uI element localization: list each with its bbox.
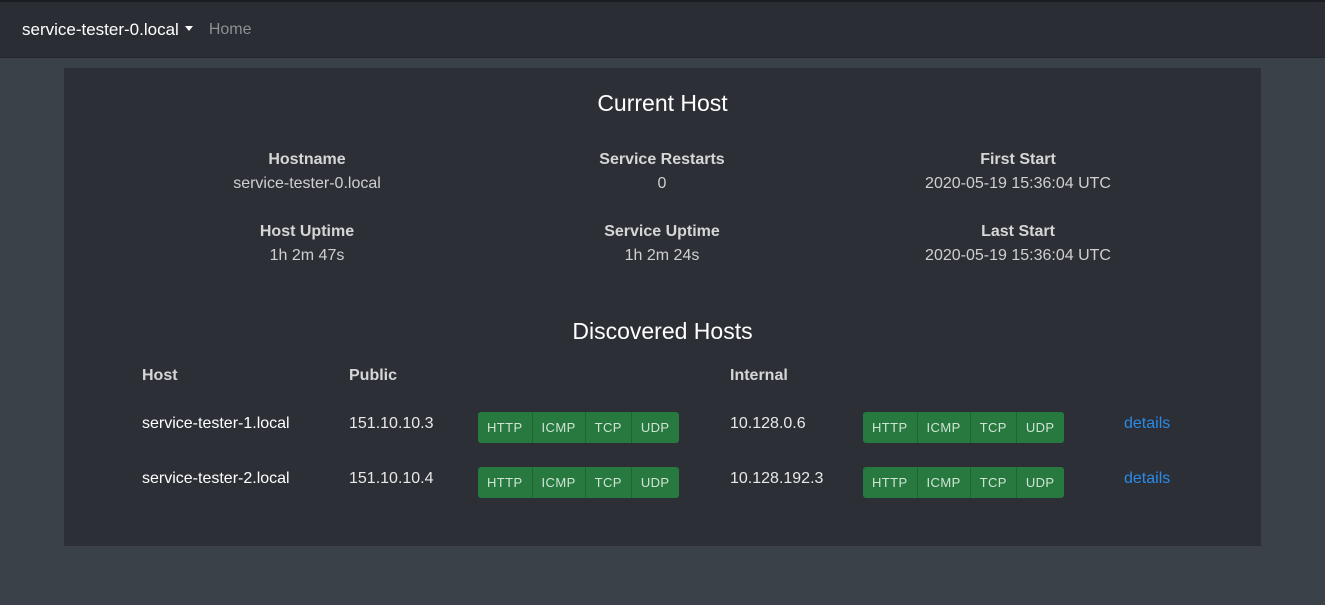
stat-value: 2020-05-19 15:36:04 UTC [925,247,1111,264]
icmp-button[interactable]: ICMP [917,412,971,443]
internal-ip-cell: 10.128.192.3 [730,470,824,487]
internal-ip-cell: 10.128.0.6 [730,415,806,432]
details-link[interactable]: details [1124,415,1170,433]
details-link[interactable]: details [1124,470,1170,488]
stat-label: Hostname [268,151,346,168]
stat-service-uptime: Service Uptime 1h 2m 24s [484,222,840,266]
internal-protocol-group: HTTP ICMP TCP UDP [863,412,1064,443]
stat-label: Service Uptime [604,223,720,240]
host-name-cell: service-tester-1.local [142,415,290,432]
stat-label: Service Restarts [599,151,725,168]
host-dropdown-toggle[interactable]: service-tester-0.local [22,20,193,40]
discovered-hosts-title: Discovered Hosts [572,318,753,344]
stat-host-uptime: Host Uptime 1h 2m 47s [129,222,485,266]
current-host-title: Current Host [597,90,728,116]
nav-link-home[interactable]: Home [209,21,252,39]
public-ip-cell: 151.10.10.4 [349,470,434,487]
public-ip-cell: 151.10.10.3 [349,415,434,432]
udp-button[interactable]: UDP [631,412,679,443]
http-button[interactable]: HTTP [478,467,533,498]
tcp-button[interactable]: TCP [585,412,632,443]
column-header-public: Public [349,367,398,384]
column-header-internal: Internal [730,367,788,384]
host-name-cell: service-tester-2.local [142,470,290,487]
stat-value: 1h 2m 47s [269,247,345,264]
caret-down-icon [184,26,193,31]
main-card: Current Host Hostname service-tester-0.l… [64,68,1261,546]
stat-label: Host Uptime [259,223,355,240]
icmp-button[interactable]: ICMP [532,412,586,443]
udp-button[interactable]: UDP [1016,467,1064,498]
icmp-button[interactable]: ICMP [917,467,971,498]
udp-button[interactable]: UDP [631,467,679,498]
stat-value: 2020-05-19 15:36:04 UTC [925,175,1111,192]
tcp-button[interactable]: TCP [970,412,1017,443]
tcp-button[interactable]: TCP [585,467,632,498]
internal-protocol-group: HTTP ICMP TCP UDP [863,467,1064,498]
column-header-host: Host [142,367,178,384]
host-dropdown-label: service-tester-0.local [22,19,179,39]
stat-label: Last Start [981,223,1055,240]
public-protocol-group: HTTP ICMP TCP UDP [478,412,679,443]
stat-first-start: First Start 2020-05-19 15:36:04 UTC [840,150,1196,194]
top-navbar: service-tester-0.local Home [0,0,1325,58]
stat-value: 1h 2m 24s [624,247,700,264]
icmp-button[interactable]: ICMP [532,467,586,498]
stat-value: service-tester-0.local [233,175,381,192]
stat-value: 0 [657,175,667,192]
stat-label: First Start [980,151,1056,168]
public-protocol-group: HTTP ICMP TCP UDP [478,467,679,498]
stat-service-restarts: Service Restarts 0 [484,150,840,194]
stat-last-start: Last Start 2020-05-19 15:36:04 UTC [840,222,1196,266]
http-button[interactable]: HTTP [863,412,918,443]
udp-button[interactable]: UDP [1016,412,1064,443]
tcp-button[interactable]: TCP [970,467,1017,498]
stat-hostname: Hostname service-tester-0.local [129,150,485,194]
http-button[interactable]: HTTP [478,412,533,443]
http-button[interactable]: HTTP [863,467,918,498]
